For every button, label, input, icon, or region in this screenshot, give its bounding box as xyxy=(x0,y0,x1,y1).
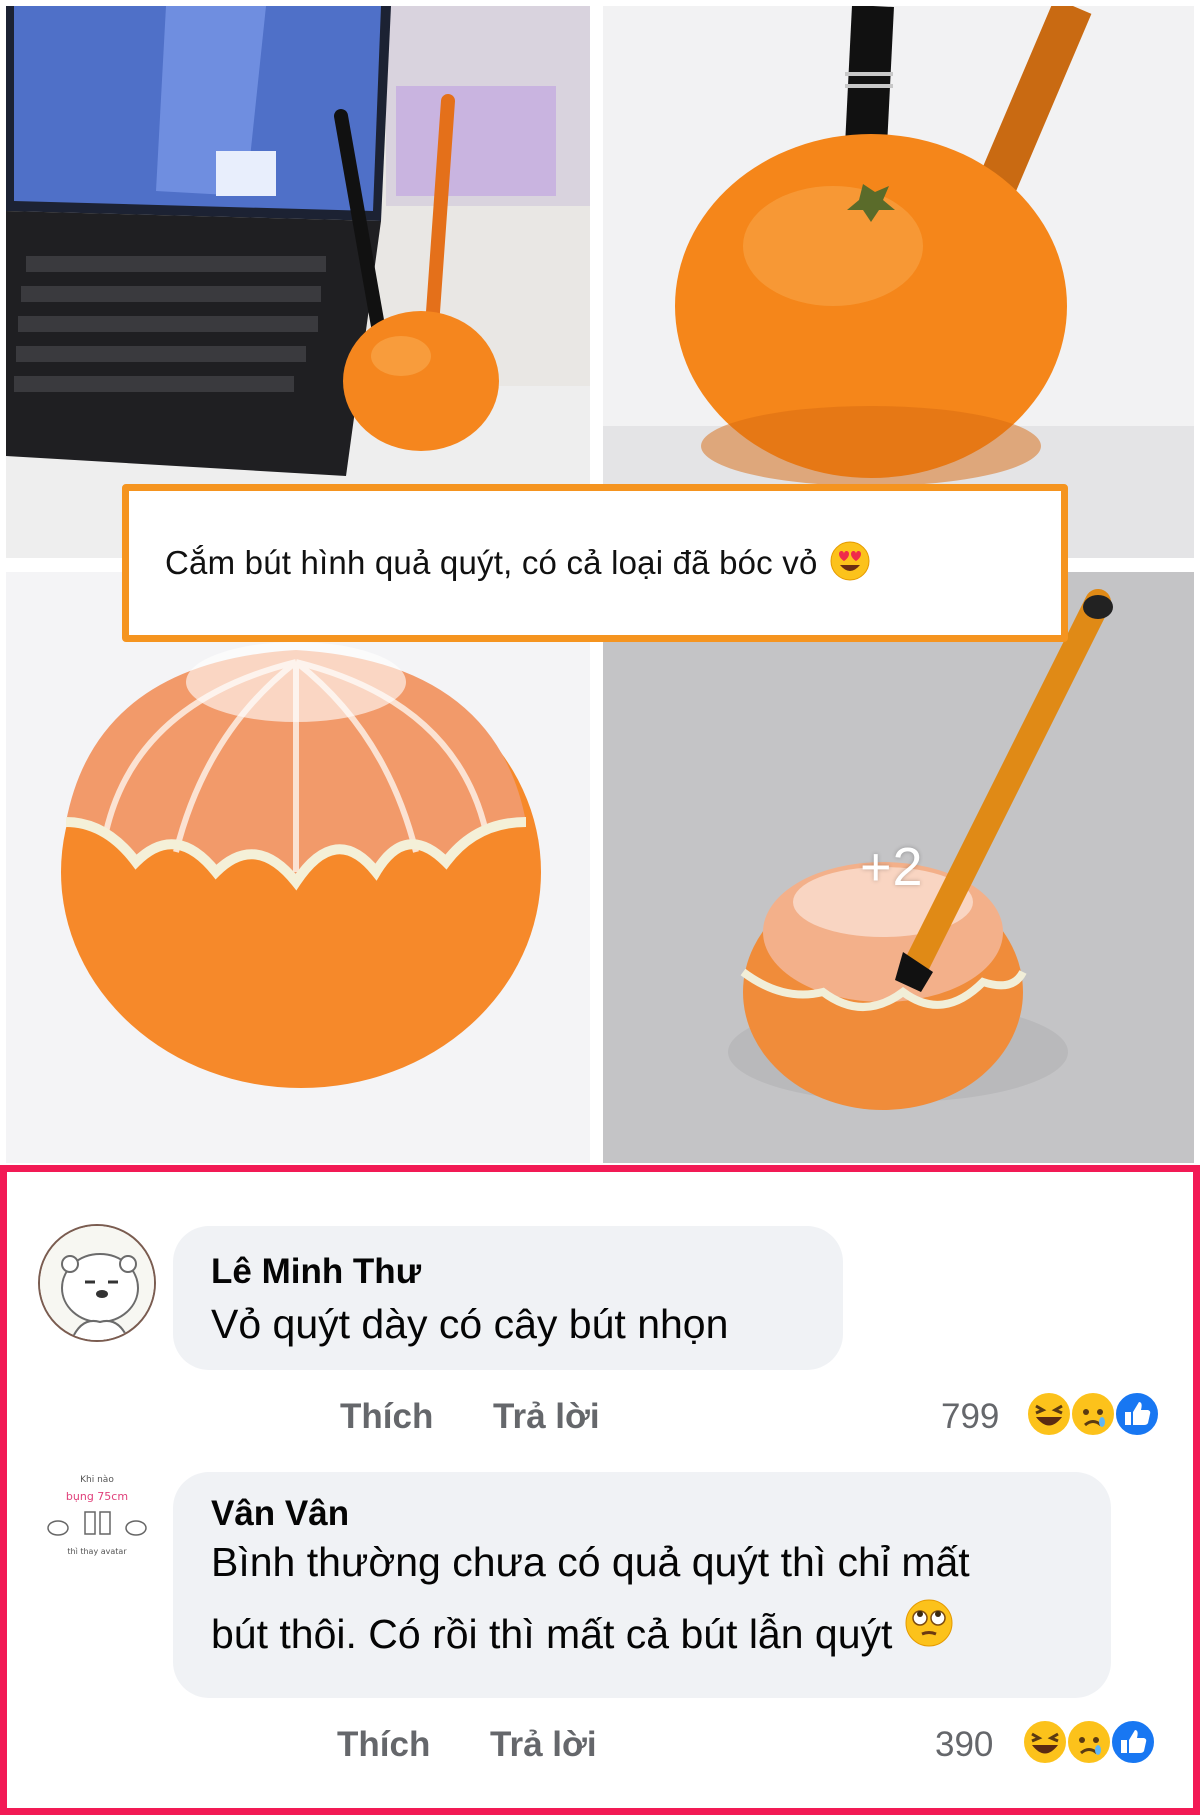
comments-panel: Lê Minh Thư Vỏ quýt dày có cây bút nhọn … xyxy=(0,1165,1200,1815)
post-caption: Cắm bút hình quả quýt, có cả loại đã bóc… xyxy=(165,544,818,581)
reply-button[interactable]: Trả lời xyxy=(493,1397,600,1437)
more-photos-count[interactable]: +2 xyxy=(860,836,924,898)
comment-text-line-content: bút thôi. Có rồi thì mất cả bút lẫn quýt xyxy=(211,1611,893,1657)
sad-icon xyxy=(1066,1719,1112,1765)
photo-peeled-orange[interactable] xyxy=(6,572,590,1163)
eye-roll-emoji-icon xyxy=(904,1598,954,1670)
avatar-text: bụng 75cm xyxy=(66,1490,128,1503)
comment-text-line: Bình thường chưa có quả quýt thì chỉ mất xyxy=(211,1539,970,1585)
photo-orange-pen-holder-laptop[interactable] xyxy=(6,6,590,558)
heart-eyes-emoji-icon xyxy=(830,541,870,586)
avatar[interactable] xyxy=(38,1224,156,1342)
like-button[interactable]: Thích xyxy=(337,1725,430,1765)
haha-icon xyxy=(1026,1391,1072,1437)
comment-bubble: Vân Vân Bình thường chưa có quả quýt thì… xyxy=(173,1472,1111,1698)
reaction-count[interactable]: 390 xyxy=(935,1725,993,1765)
reply-button[interactable]: Trả lời xyxy=(490,1725,597,1765)
like-icon xyxy=(1114,1391,1160,1437)
like-button[interactable]: Thích xyxy=(340,1397,433,1437)
reaction-summary[interactable] xyxy=(1025,1390,1175,1438)
avatar-text: Khi nào xyxy=(80,1475,114,1485)
comment-text-line: bút thôi. Có rồi thì mất cả bút lẫn quýt xyxy=(211,1598,1091,1673)
sad-icon xyxy=(1070,1391,1116,1437)
avatar-text: thì thay avatar xyxy=(67,1547,127,1556)
reaction-count[interactable]: 799 xyxy=(941,1397,999,1437)
comment-bubble: Lê Minh Thư Vỏ quýt dày có cây bút nhọn xyxy=(173,1226,843,1370)
like-icon xyxy=(1110,1719,1156,1765)
comment-text: Bình thường chưa có quả quýt thì chỉ mất… xyxy=(211,1526,1091,1673)
comment-author[interactable]: Lê Minh Thư xyxy=(211,1252,421,1292)
avatar[interactable]: Khi nào bụng 75cm thì thay avatar xyxy=(38,1460,156,1578)
caption-box: Cắm bút hình quả quýt, có cả loại đã bóc… xyxy=(122,484,1068,642)
haha-icon xyxy=(1022,1719,1068,1765)
comment-text: Vỏ quýt dày có cây bút nhọn xyxy=(211,1301,729,1347)
reaction-summary[interactable] xyxy=(1021,1718,1171,1766)
photo-orange-pen-holder-closeup[interactable] xyxy=(603,6,1194,558)
